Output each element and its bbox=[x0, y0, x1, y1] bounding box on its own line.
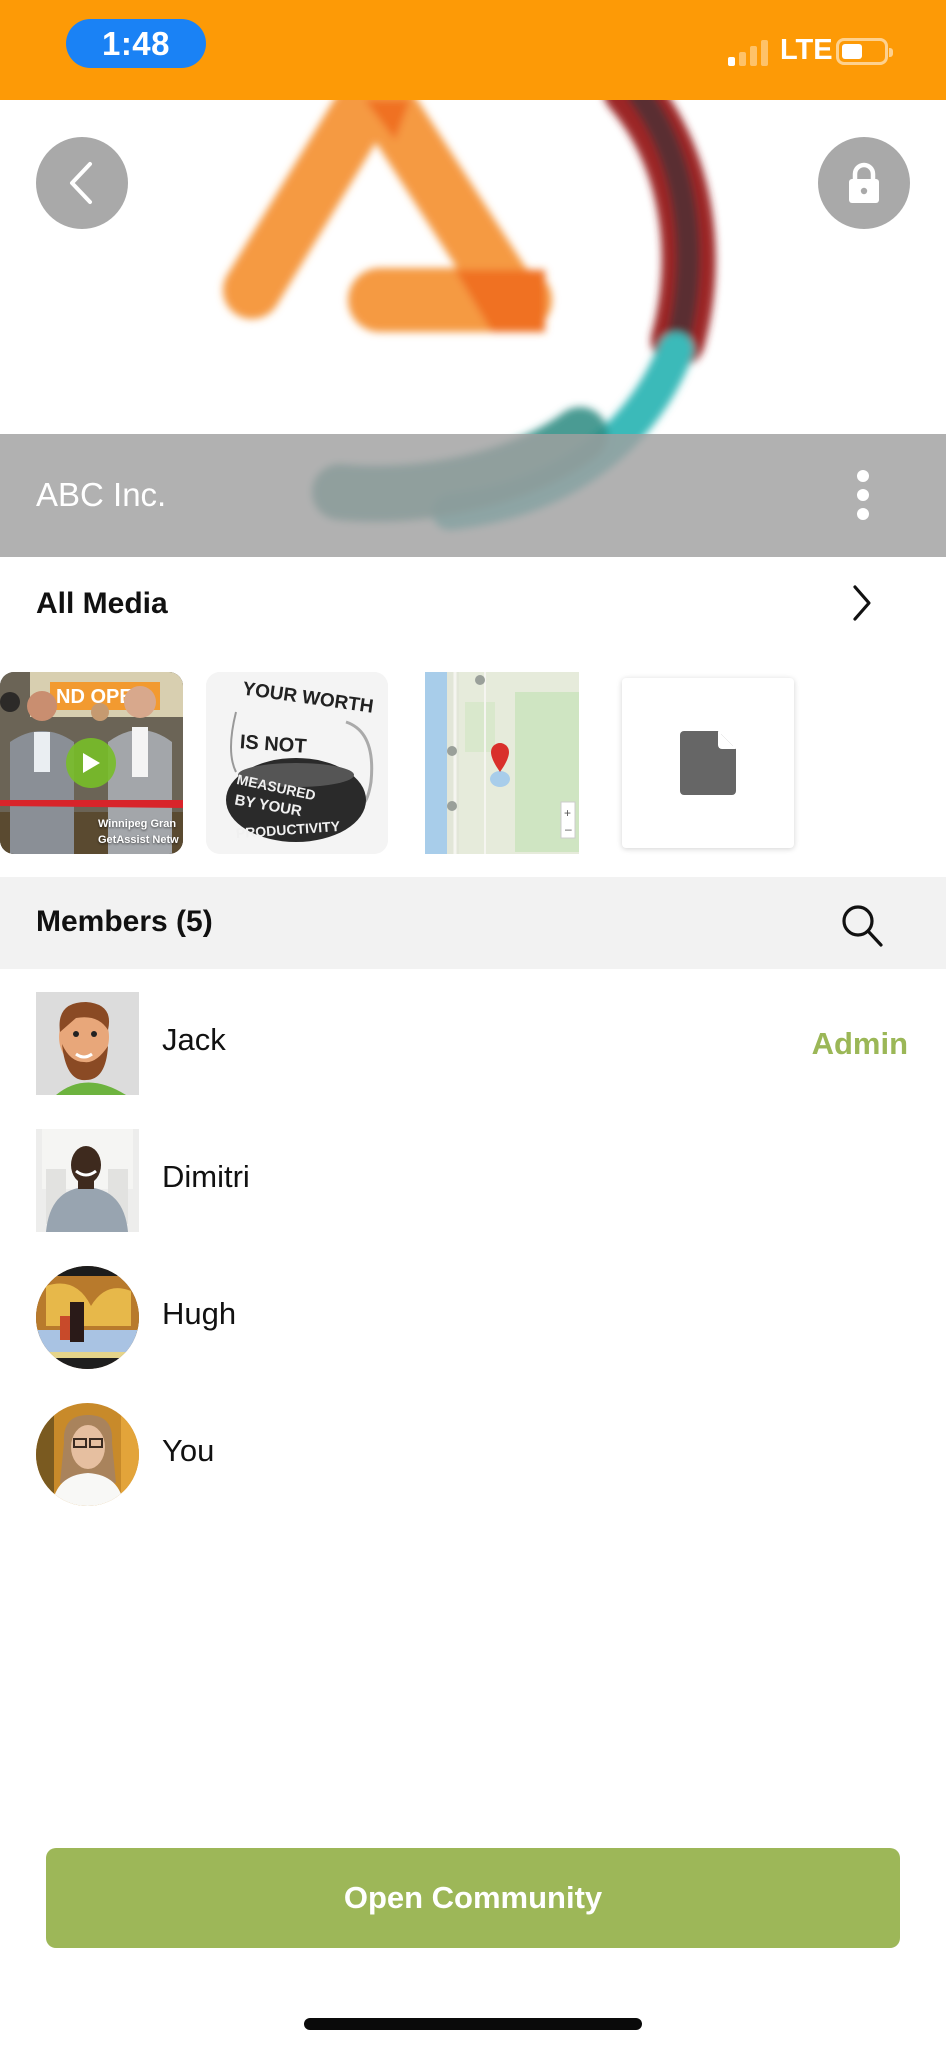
search-icon[interactable] bbox=[838, 901, 886, 949]
member-role-badge: Admin bbox=[811, 1026, 908, 1061]
avatar bbox=[36, 1129, 139, 1232]
privacy-lock-button[interactable] bbox=[818, 137, 910, 229]
community-title-bar: ABC Inc. bbox=[0, 434, 946, 557]
media-item-image[interactable]: YOUR WORTH IS NOT MEASURED BY YOUR PRODU… bbox=[206, 672, 388, 854]
svg-text:IS NOT: IS NOT bbox=[239, 731, 307, 758]
network-type: LTE bbox=[780, 34, 833, 66]
signal-strength-icon bbox=[728, 40, 772, 66]
avatar bbox=[36, 1403, 139, 1506]
more-options-button[interactable] bbox=[848, 470, 878, 520]
member-row[interactable]: Jack Admin bbox=[0, 992, 946, 1102]
more-vertical-icon bbox=[857, 470, 869, 482]
status-time: 1:48 bbox=[66, 19, 206, 68]
map-image: + – bbox=[425, 672, 579, 854]
video-banner-text: ND OPE bbox=[56, 686, 133, 708]
status-bar: 1:48 LTE bbox=[0, 0, 946, 100]
member-name: Jack bbox=[162, 1022, 226, 1057]
svg-text:–: – bbox=[565, 822, 572, 836]
chevron-right-icon bbox=[853, 585, 871, 621]
video-caption: Winnipeg Gran GetAssist Netw bbox=[98, 818, 179, 846]
members-header: Members (5) bbox=[0, 877, 946, 969]
svg-text:+: + bbox=[564, 806, 571, 820]
member-name: Hugh bbox=[162, 1296, 237, 1331]
battery-icon bbox=[836, 38, 893, 65]
all-media-link[interactable]: All Media bbox=[0, 557, 946, 652]
member-name: You bbox=[162, 1433, 215, 1468]
avatar bbox=[36, 1266, 139, 1369]
media-strip: ND OPE Winnipeg Gran GetAssist Netw YOUR… bbox=[0, 670, 946, 856]
media-item-video[interactable]: ND OPE Winnipeg Gran GetAssist Netw bbox=[0, 672, 183, 854]
media-item-map[interactable]: + – bbox=[425, 672, 579, 854]
member-row[interactable]: Dimitri bbox=[0, 1129, 946, 1239]
members-title: Members (5) bbox=[36, 905, 213, 938]
open-community-button[interactable]: Open Community bbox=[46, 1848, 900, 1948]
play-icon[interactable] bbox=[66, 738, 116, 788]
back-button[interactable] bbox=[36, 137, 128, 229]
community-name: ABC Inc. bbox=[36, 476, 167, 513]
home-indicator[interactable] bbox=[304, 2018, 642, 2030]
file-icon bbox=[680, 731, 736, 795]
all-media-title: All Media bbox=[36, 587, 168, 620]
avatar bbox=[36, 992, 139, 1095]
community-cover: ABC Inc. bbox=[0, 100, 946, 557]
chevron-left-icon bbox=[70, 162, 92, 204]
media-item-file[interactable] bbox=[622, 678, 794, 848]
member-name: Dimitri bbox=[162, 1159, 250, 1194]
member-row[interactable]: You bbox=[0, 1403, 946, 1513]
quote-image: YOUR WORTH IS NOT MEASURED BY YOUR PRODU… bbox=[206, 672, 388, 854]
member-row[interactable]: Hugh bbox=[0, 1266, 946, 1376]
lock-icon bbox=[849, 162, 879, 203]
